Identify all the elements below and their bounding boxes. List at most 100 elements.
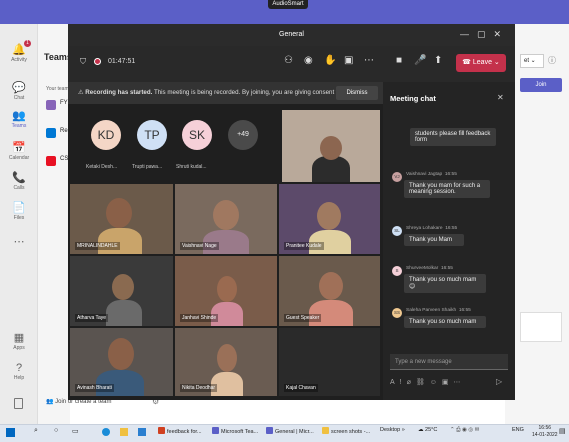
rail-item-apps[interactable]: ▦ Apps (0, 332, 38, 351)
video-tile-vaishnavi[interactable]: Vaishnavi Nage (175, 184, 277, 254)
chat-message: Thank you so much mam (404, 316, 486, 328)
recording-text: ⚠ Recording has started. This meeting is… (78, 89, 348, 96)
rooms-icon[interactable]: ▣ (344, 55, 353, 66)
rail-item-help[interactable]: ? Help (0, 362, 38, 381)
weather-widget[interactable]: ☁ 25°C (418, 427, 437, 433)
window-controls[interactable]: —▢✕ (460, 29, 509, 40)
chat-message: Thank you Mam (404, 234, 464, 246)
taskbar-item-general[interactable]: General | Micr... (266, 427, 314, 435)
rail-item-more[interactable]: ⋯ (0, 236, 38, 249)
rail-item-files[interactable]: 📄 Files (0, 202, 38, 221)
avatar-kd[interactable]: KD (91, 120, 121, 150)
person-face (320, 136, 342, 160)
chat-meta: Saleha Parveen Shaikh 16:55 (406, 308, 471, 313)
info-icon[interactable]: ⓘ (548, 55, 556, 66)
recording-indicator-icon (94, 58, 101, 65)
rail-item-teams[interactable]: 👥 Teams (0, 110, 38, 129)
more-participants-count[interactable]: +49 (228, 120, 258, 150)
help-icon: ? (15, 362, 23, 374)
video-tile-guest-speaker[interactable]: Guest Speaker (279, 256, 380, 326)
meeting-title-bar: General —▢✕ (68, 24, 515, 46)
team-icon-re[interactable] (46, 128, 56, 138)
person-face (319, 272, 343, 300)
start-icon[interactable] (6, 428, 15, 437)
mail-icon[interactable] (138, 428, 146, 436)
format-icon: A (390, 379, 400, 386)
file-explorer-icon[interactable] (120, 428, 128, 436)
leave-button[interactable]: ☎ Leave ⌄ (456, 54, 506, 72)
rail-item-chat[interactable]: 💬 Chat (0, 82, 38, 101)
calendar-icon: 📅 (12, 142, 26, 154)
share-icon[interactable]: ⬆ (434, 55, 442, 66)
more-actions-icon[interactable]: ⋯ (364, 55, 374, 66)
video-tile-janhavi[interactable]: Janhavi Shinde (175, 256, 277, 326)
people-icon[interactable]: ⚇ (284, 55, 293, 66)
avatar-name-kd: Ketaki Desh... (86, 164, 118, 170)
team-icon-cs[interactable] (46, 156, 56, 166)
search-icon[interactable]: ⌕ (34, 427, 38, 435)
avatar-name-sk: Shruti kudal... (176, 164, 207, 170)
send-icon[interactable]: ▷ (496, 377, 502, 386)
tile-label: Avinash Bharati (75, 384, 114, 392)
tile-label: Pranitee Kudale (284, 242, 324, 250)
rail-item-activity[interactable]: 🔔 Activity (0, 44, 38, 63)
edge-icon[interactable] (102, 428, 110, 436)
tile-label: Guest Speaker (284, 314, 322, 322)
avatar-tp[interactable]: TP (137, 120, 167, 150)
team-name-fy[interactable]: FY (60, 100, 68, 106)
taskbar-item-desktop[interactable]: Desktop » (380, 427, 405, 433)
person-face (106, 198, 132, 228)
people-add-icon: 👥 (46, 399, 56, 405)
clock[interactable]: 16:56 14-01-2022 (532, 425, 558, 439)
language-indicator[interactable]: ENG (512, 427, 524, 433)
taskbar-item-screenshots[interactable]: screen shots -... (322, 427, 370, 435)
video-tile-top-right[interactable] (282, 110, 380, 182)
video-tile-kajal[interactable]: Kajal Chavan (279, 328, 380, 396)
tile-label: Vaishnavi Nage (180, 242, 219, 250)
close-icon[interactable]: ✕ (497, 93, 504, 102)
audiosmart-badge: AudioSmart (268, 0, 308, 9)
emoji-icon: ☺ (429, 379, 442, 386)
team-icon-fy[interactable] (46, 100, 56, 110)
reactions-icon[interactable]: ✋ (324, 55, 336, 66)
chat-message: students please fill feedback form (410, 128, 496, 146)
rail-item-calls[interactable]: 📞 Calls (0, 172, 38, 191)
avatar-sk[interactable]: SK (182, 120, 212, 150)
video-tile-mrinalindahle[interactable]: MRINALINDAHLE (70, 184, 173, 254)
person-silhouette (106, 300, 142, 326)
chat-toggle-icon[interactable]: ◉ (304, 55, 313, 66)
taskbar-item-teams[interactable]: Microsoft Tea... (212, 427, 258, 435)
rail-item-calendar[interactable]: 📅 Calendar (0, 142, 38, 161)
taskbar-item-feedback[interactable]: feedback for... (158, 427, 202, 435)
video-tile-pranitee[interactable]: Pranitee Kudale (279, 184, 380, 254)
video-tile-atharva[interactable]: Atharva Taye (70, 256, 173, 326)
chat-message: Thank you so much mam 😊 (404, 274, 486, 293)
dismiss-button[interactable]: Dismiss (336, 86, 378, 100)
mic-icon[interactable]: 🎤 (414, 55, 426, 66)
video-tile-nikita[interactable]: Nikita Deodhar (175, 328, 277, 396)
notification-icon[interactable]: ▤ (559, 427, 566, 435)
phone-icon: 📞 (12, 172, 26, 184)
chat-compose-tools[interactable]: A!⌀⛓☺▣⋯ (390, 378, 466, 386)
teams-icon: 👥 (12, 110, 26, 122)
person-face (217, 276, 237, 302)
cortana-icon[interactable]: ○ (54, 427, 58, 434)
more-icon: ⋯ (13, 236, 25, 248)
meet-dropdown[interactable]: et ⌄ (520, 54, 544, 68)
camera-icon[interactable]: ■ (396, 55, 402, 66)
tile-label: Nikita Deodhar (180, 384, 218, 392)
chat-meta: ShurveeMolkar 16:55 (406, 266, 453, 271)
chat-input[interactable]: Type a new message (390, 354, 508, 370)
tile-label: Atharva Taye (75, 314, 109, 322)
team-name-re[interactable]: Re (60, 128, 68, 134)
video-tile-avinash[interactable]: Avinash Bharati (70, 328, 173, 396)
person-face (213, 200, 239, 230)
join-button[interactable]: Join (520, 78, 562, 92)
person-face (217, 344, 237, 372)
tile-label: MRINALINDAHLE (75, 242, 120, 250)
tray-icons[interactable]: ⌃ ⎙ ◉ ◎ ✉ (450, 427, 479, 434)
post-card (520, 312, 562, 342)
task-view-icon[interactable]: ▭ (72, 427, 79, 435)
avatar: SL (392, 226, 402, 236)
device-icon[interactable] (14, 398, 23, 409)
